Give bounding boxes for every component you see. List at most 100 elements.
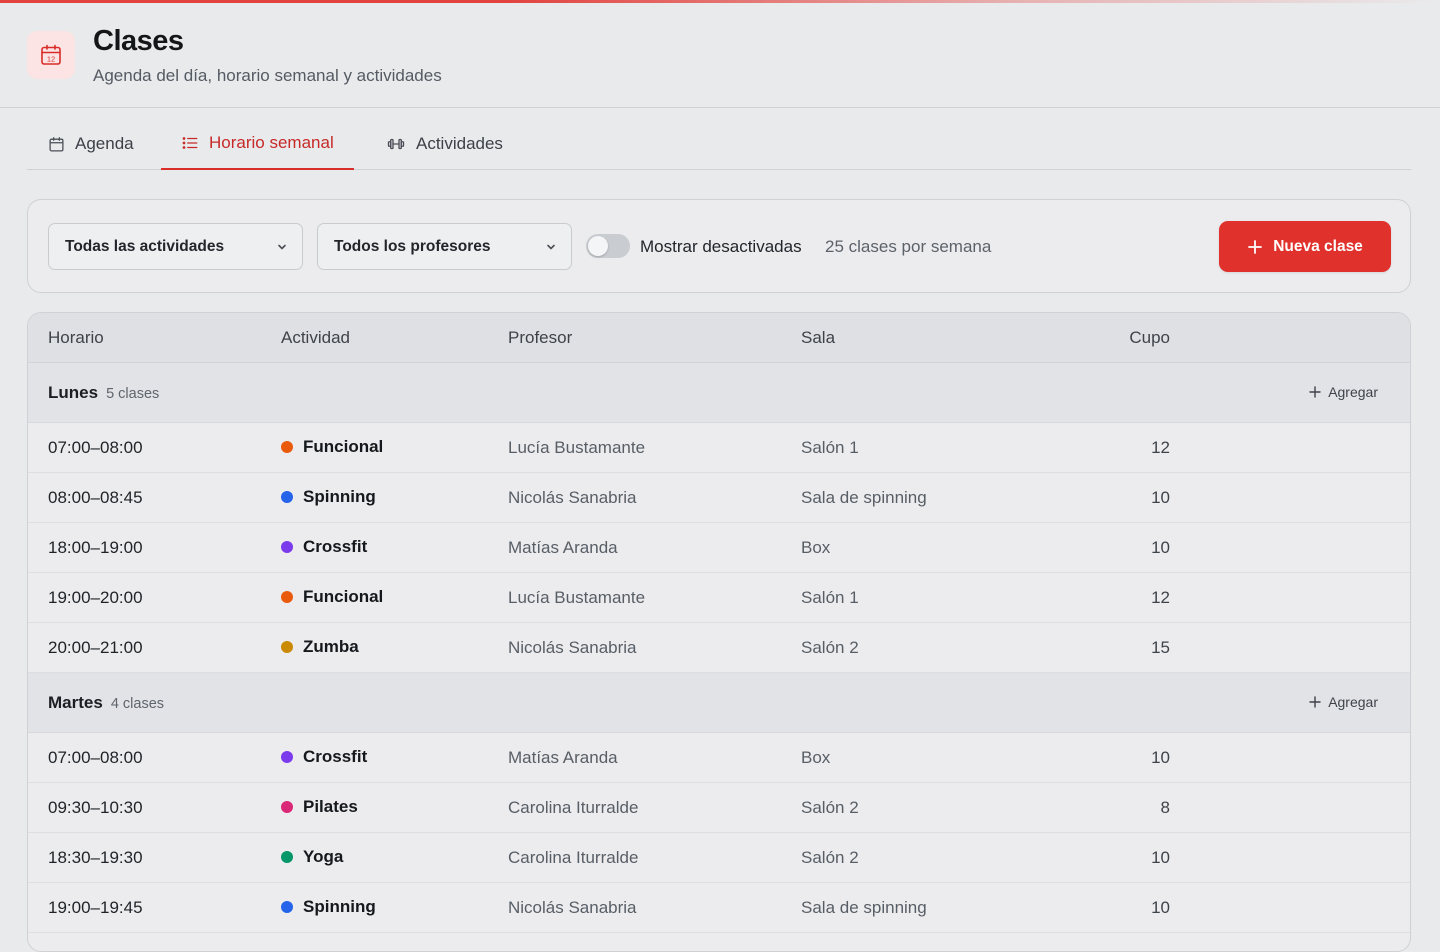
day-class-count: 4 clases [110,696,165,712]
chevron-down-icon [278,244,286,250]
plus-icon [1309,386,1321,398]
dumbbell-icon [387,138,405,150]
table-body: Lunes 5 clases Agregar 07:00–08:00 Funcional… [28,363,1410,933]
day-label: Martes [48,693,103,712]
tab-bar: Agenda Horario semanal Actividades [27,118,1411,170]
activity-cell: Pilates [281,797,358,817]
day-name: Martes 4 clases [48,693,164,713]
time-cell: 18:30–19:30 [48,848,143,867]
activity-name: Crossfit [303,747,368,766]
table-row[interactable]: 08:00–08:45 Spinning Nicolás Sanabria Sala … [28,473,1410,523]
activity-color-dot [281,801,293,813]
teacher-cell: Nicolás Sanabria [508,898,637,917]
activity-cell: Spinning [281,487,376,507]
calendar-icon [49,136,64,152]
tab-actividades-label: Actividades [416,134,503,153]
tab-actividades[interactable]: Actividades [386,118,503,170]
activity-name: Pilates [303,797,358,816]
activity-color-dot [281,591,293,603]
table-row[interactable]: 07:00–08:00 Funcional Lucía Bustamante Saló… [28,423,1410,473]
activity-name: Crossfit [303,537,368,556]
time-cell: 18:00–19:00 [48,538,143,557]
add-class-label: Agregar [1328,694,1378,710]
capacity-cell: 10 [1151,848,1170,867]
teacher-cell: Carolina Iturralde [508,848,639,867]
teacher-cell: Carolina Iturralde [508,798,639,817]
room-cell: Salón 1 [801,588,859,607]
teacher-cell: Matías Aranda [508,748,618,767]
capacity-cell: 8 [1160,798,1170,817]
column-header-sala: Sala [801,328,836,347]
add-class-button[interactable]: Agregar [1309,694,1378,710]
day-class-count: 5 clases [106,386,160,402]
column-header-horario: Horario [48,328,104,347]
table-row[interactable]: 18:30–19:30 Yoga Carolina Iturralde Salón 2… [28,833,1410,883]
time-cell: 20:00–21:00 [48,638,143,657]
room-cell: Salón 2 [801,848,859,867]
activity-cell: Zumba [281,637,359,657]
activity-color-dot [281,491,293,503]
time-cell: 19:00–19:45 [48,898,143,917]
chevron-down-icon [547,244,555,250]
activity-select[interactable]: Todas las actividades [48,223,303,270]
teacher-cell: Matías Aranda [508,538,618,557]
activity-color-dot [281,441,293,453]
activity-color-dot [281,901,293,913]
teacher-cell: Nicolás Sanabria [508,488,637,507]
page-header: 12 Clases Agenda del día, horario semana… [0,3,1440,108]
table-row[interactable]: 20:00–21:00 Zumba Nicolás Sanabria Salón 2 1… [28,623,1410,673]
teacher-select[interactable]: Todos los profesores [317,223,572,270]
table-row[interactable]: 18:00–19:00 Crossfit Matías Aranda Box 10 [28,523,1410,573]
capacity-cell: 10 [1151,898,1170,917]
teacher-cell: Lucía Bustamante [508,588,646,607]
column-header-cupo: Cupo [1129,328,1170,347]
show-disabled-label: Mostrar desactivadas [640,237,802,256]
time-cell: 07:00–08:00 [48,438,143,457]
room-cell: Salón 2 [801,638,859,657]
activity-name: Funcional [303,587,384,606]
column-header-profesor: Profesor [508,328,573,347]
new-class-button-label: Nueva clase [1273,237,1363,255]
capacity-cell: 10 [1151,488,1170,507]
toggle-knob [588,236,608,256]
activity-name: Zumba [303,637,359,656]
table-row[interactable]: 19:00–19:45 Spinning Nicolás Sanabria Sala … [28,883,1410,933]
activity-select-value: Todas las actividades [65,237,225,255]
room-cell: Sala de spinning [801,488,927,507]
time-cell: 09:30–10:30 [48,798,143,817]
room-cell: Salón 2 [801,798,859,817]
activity-color-dot [281,541,293,553]
activity-color-dot [281,751,293,763]
day-group-header: Lunes 5 clases Agregar [28,363,1410,423]
show-disabled-toggle[interactable] [586,234,630,258]
table-header: Horario Actividad Profesor Sala Cupo [28,313,1410,363]
activity-color-dot [281,641,293,653]
add-class-button[interactable]: Agregar [1309,384,1378,400]
teacher-select-value: Todos los profesores [334,237,491,255]
teacher-cell: Lucía Bustamante [508,438,646,457]
tab-horario-semanal[interactable]: Horario semanal [161,118,354,170]
tab-agenda[interactable]: Agenda [48,118,134,170]
capacity-cell: 15 [1151,638,1170,657]
table-row[interactable]: 09:30–10:30 Pilates Carolina Iturralde Saló… [28,783,1410,833]
new-class-button[interactable]: Nueva clase [1219,221,1391,272]
page-subtitle: Agenda del día, horario semanal y activi… [93,66,442,85]
activity-name: Yoga [303,847,344,866]
plus-icon [1309,696,1321,708]
page-title: Clases [93,25,184,57]
calendar-icon: 12 [27,31,75,79]
table-row[interactable]: 19:00–20:00 Funcional Lucía Bustamante Saló… [28,573,1410,623]
schedule-table: Horario Actividad Profesor Sala Cupo Lun… [27,312,1411,952]
add-class-label: Agregar [1328,384,1378,400]
calendar-icon-day: 12 [47,55,55,64]
activity-cell: Spinning [281,897,376,917]
tab-horario-semanal-label: Horario semanal [209,133,334,152]
classes-per-week-count: 25 clases por semana [825,237,992,256]
plus-icon [1248,239,1263,254]
activity-cell: Funcional [281,437,383,457]
day-label: Lunes [48,383,99,402]
time-cell: 08:00–08:45 [48,488,143,507]
activity-cell: Yoga [281,847,343,867]
table-row[interactable]: 07:00–08:00 Crossfit Matías Aranda Box 10 [28,733,1410,783]
activity-color-dot [281,851,293,863]
